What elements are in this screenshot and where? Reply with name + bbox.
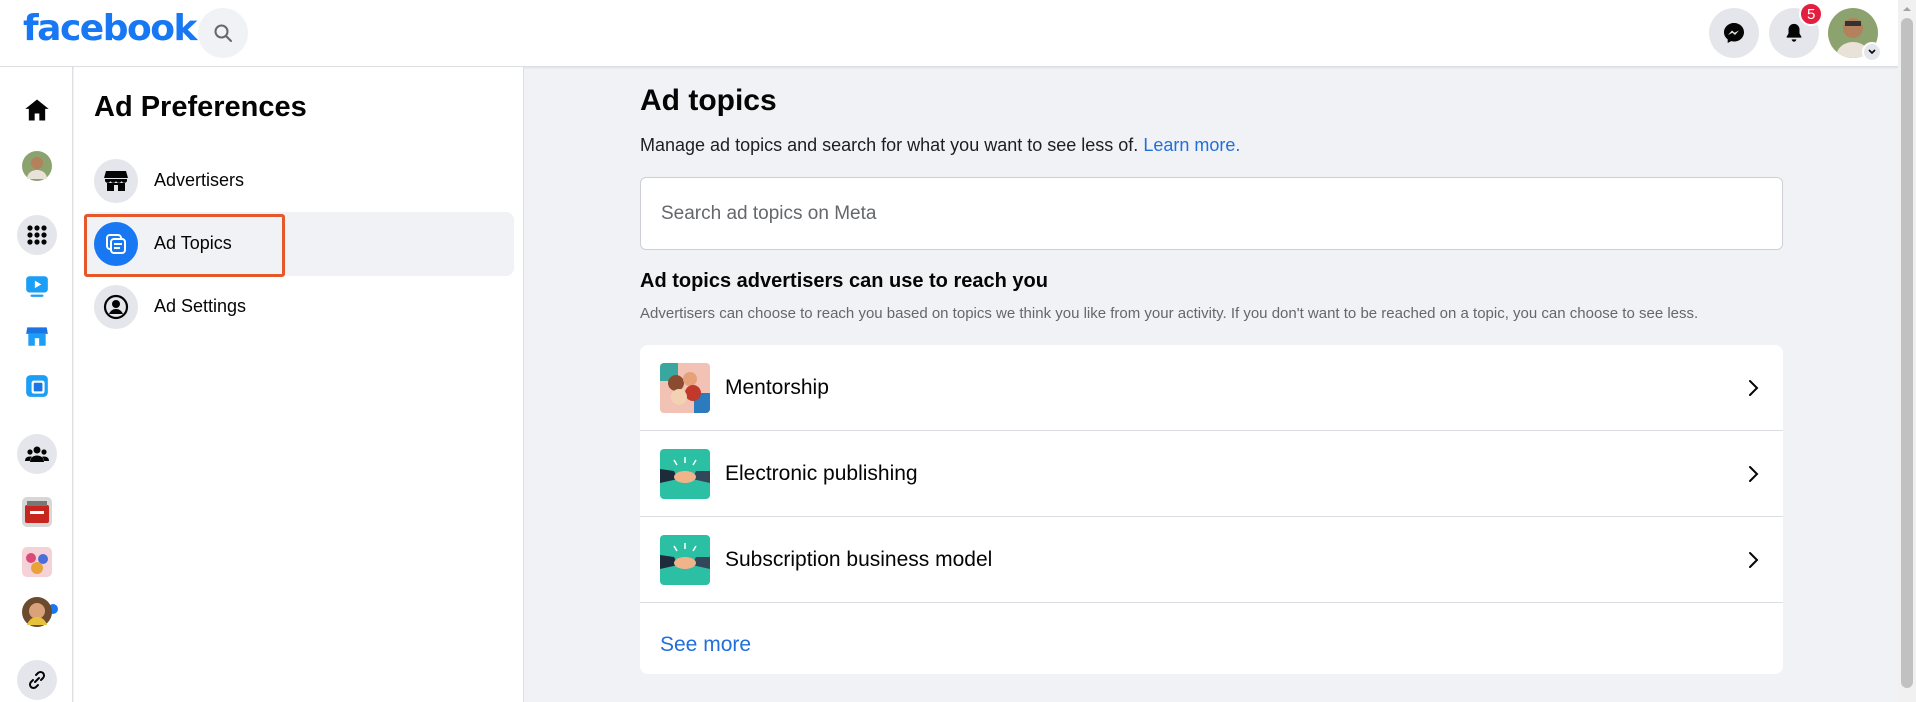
rail-feeds[interactable] — [20, 369, 54, 403]
feeds-icon — [26, 375, 48, 397]
storefront-icon — [104, 171, 128, 191]
scroll-up-arrow-icon[interactable] — [1902, 4, 1912, 14]
rail-profile[interactable] — [20, 149, 54, 183]
topic-label: Subscription business model — [725, 548, 993, 571]
groups-icon — [25, 446, 49, 462]
handshake-image — [660, 449, 710, 499]
rail-apps[interactable] — [17, 215, 57, 255]
rail-marketplace[interactable] — [20, 319, 54, 353]
account-menu-button[interactable] — [1862, 42, 1882, 62]
sidebar-title: Ad Preferences — [94, 91, 307, 123]
chevron-right-icon — [1749, 552, 1759, 568]
topic-label: Electronic publishing — [725, 462, 918, 485]
top-bar: facebook 5 — [0, 0, 1898, 67]
messenger-icon — [1724, 23, 1744, 43]
sidebar-item-advertisers[interactable]: Advertisers — [84, 149, 514, 213]
chevron-right-icon — [1749, 466, 1759, 482]
apps-grid-icon — [27, 225, 47, 245]
see-more-link[interactable]: See more — [660, 633, 751, 657]
notification-badge: 5 — [1799, 2, 1824, 26]
topics-list: Mentorship Electronic publishing Subscri… — [640, 345, 1783, 674]
section-description: Advertisers can choose to reach you base… — [640, 305, 1699, 322]
messenger-button[interactable] — [1709, 8, 1759, 58]
topic-thumbnail — [660, 449, 710, 499]
bell-icon — [1786, 23, 1802, 42]
rail-shortcut-1[interactable] — [20, 495, 54, 529]
topic-search-input[interactable] — [641, 178, 1782, 249]
rail-home[interactable] — [20, 93, 54, 127]
topic-label: Mentorship — [725, 376, 829, 399]
left-rail — [0, 67, 73, 702]
sidebar-item-ad-settings[interactable]: Ad Settings — [84, 275, 514, 339]
sidebar-item-label: Ad Settings — [154, 296, 247, 316]
section-title: Ad topics advertisers can use to reach y… — [640, 270, 1048, 292]
topic-row-mentorship[interactable]: Mentorship — [640, 345, 1783, 431]
topic-search-box[interactable] — [640, 177, 1783, 250]
home-icon — [25, 99, 49, 121]
rail-groups[interactable] — [17, 434, 57, 474]
hands-together-image — [660, 363, 710, 413]
sidebar-icon-wrap — [94, 159, 138, 203]
marketplace-icon — [26, 327, 48, 346]
topic-row-electronic-publishing[interactable]: Electronic publishing — [640, 431, 1783, 517]
description-text: Manage ad topics and search for what you… — [640, 135, 1139, 155]
watch-icon — [26, 276, 48, 297]
sidebar-icon-wrap — [94, 285, 138, 329]
chevron-down-icon — [1868, 49, 1876, 55]
topic-thumbnail — [660, 363, 710, 413]
person-circle-icon — [103, 294, 129, 320]
scrollbar-thumb[interactable] — [1901, 18, 1913, 688]
profile-avatar — [22, 151, 52, 181]
handshake-image — [660, 535, 710, 585]
topic-thumbnail — [660, 535, 710, 585]
link-icon — [28, 670, 46, 690]
settings-sidebar: Ad Preferences Advertisers Ad Topics Ad … — [74, 67, 524, 702]
chevron-right-icon — [1749, 380, 1759, 396]
sidebar-item-label: Advertisers — [154, 170, 245, 190]
search-button[interactable] — [198, 8, 248, 58]
page-scrollbar[interactable] — [1898, 0, 1916, 702]
rail-watch[interactable] — [20, 269, 54, 303]
topic-row-subscription-business-model[interactable]: Subscription business model — [640, 517, 1783, 603]
selection-highlight — [84, 214, 285, 277]
rail-shortcut-2[interactable] — [20, 545, 54, 579]
rail-link[interactable] — [17, 660, 57, 700]
search-icon — [214, 24, 232, 42]
learn-more-link[interactable]: Learn more. — [1143, 135, 1240, 155]
shortcut-game-icon — [22, 497, 52, 527]
shortcut-page-icon — [22, 597, 52, 627]
page-title: Ad topics — [640, 84, 777, 117]
rail-shortcut-3[interactable] — [20, 595, 54, 629]
shortcut-group-icon — [22, 547, 52, 577]
facebook-logo[interactable]: facebook — [23, 8, 197, 49]
page-description: Manage ad topics and search for what you… — [640, 135, 1240, 156]
